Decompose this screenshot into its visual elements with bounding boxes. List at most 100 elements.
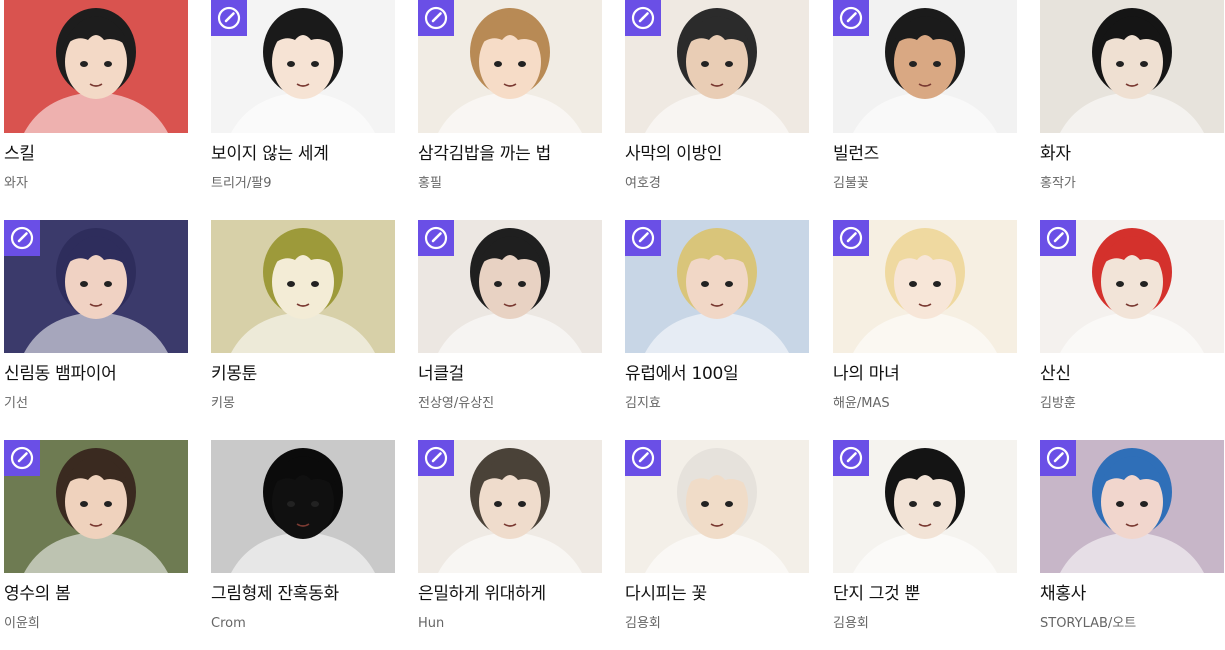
webtoon-title[interactable]: 채홍사 xyxy=(1040,582,1224,606)
thumbnail-illustration xyxy=(1040,0,1224,133)
webtoon-author: 김용회 xyxy=(625,616,661,631)
webtoon-thumbnail[interactable] xyxy=(418,0,602,133)
waiting-free-badge xyxy=(418,220,454,256)
waiting-free-badge xyxy=(418,440,454,476)
waiting-free-badge xyxy=(625,0,661,36)
waiting-free-badge xyxy=(4,220,40,256)
waiting-free-badge xyxy=(833,220,869,256)
webtoon-thumbnail[interactable] xyxy=(211,440,395,573)
webtoon-title[interactable]: 나의 마녀 xyxy=(833,362,1017,386)
webtoon-title[interactable]: 단지 그것 뿐 xyxy=(833,582,1017,606)
webtoon-card[interactable]: 삼각김밥을 까는 법홍필 xyxy=(418,0,602,210)
webtoon-card[interactable]: 스킬 와자 xyxy=(4,0,188,210)
webtoon-thumbnail[interactable] xyxy=(418,220,602,353)
webtoon-author: 전상영/유상진 xyxy=(418,396,495,411)
thumbnail-illustration xyxy=(4,0,188,133)
clock-icon xyxy=(839,226,863,250)
waiting-free-badge xyxy=(1040,220,1076,256)
webtoon-thumbnail[interactable] xyxy=(4,440,188,573)
webtoon-title[interactable]: 산신 xyxy=(1040,362,1224,386)
waiting-free-badge xyxy=(418,0,454,36)
webtoon-author: 이윤희 xyxy=(4,616,40,631)
webtoon-title[interactable]: 스킬 xyxy=(4,142,188,166)
webtoon-card[interactable]: 산신김방훈 xyxy=(1040,220,1224,430)
webtoon-card[interactable]: 다시피는 꽃김용회 xyxy=(625,440,809,650)
webtoon-author: 김용회 xyxy=(833,616,869,631)
webtoon-author: 기선 xyxy=(4,396,28,411)
waiting-free-badge xyxy=(4,440,40,476)
webtoon-title[interactable]: 키몽툰 xyxy=(211,362,395,386)
webtoon-card[interactable]: 화자홍작가 xyxy=(1040,0,1224,210)
clock-icon xyxy=(839,446,863,470)
webtoon-author: Crom xyxy=(211,616,246,631)
clock-icon xyxy=(1046,226,1070,250)
webtoon-card[interactable]: 은밀하게 위대하게 Hun xyxy=(418,440,602,650)
waiting-free-badge xyxy=(625,220,661,256)
clock-icon xyxy=(631,226,655,250)
clock-icon xyxy=(424,446,448,470)
webtoon-thumbnail[interactable] xyxy=(4,0,188,133)
webtoon-thumbnail[interactable] xyxy=(833,220,1017,353)
webtoon-author: Hun xyxy=(418,616,445,631)
webtoon-title[interactable]: 은밀하게 위대하게 xyxy=(418,582,602,606)
webtoon-card[interactable]: 사막의 이방인여호경 xyxy=(625,0,809,210)
webtoon-thumbnail[interactable] xyxy=(1040,220,1224,353)
webtoon-thumbnail[interactable] xyxy=(833,0,1017,133)
webtoon-card[interactable]: 신림동 뱀파이어기선 xyxy=(4,220,188,430)
thumbnail-illustration xyxy=(211,220,395,353)
webtoon-author: 김지효 xyxy=(625,396,661,411)
waiting-free-badge xyxy=(211,0,247,36)
webtoon-card[interactable]: 채홍사 STORYLAB/오트 xyxy=(1040,440,1224,650)
webtoon-title[interactable]: 사막의 이방인 xyxy=(625,142,809,166)
webtoon-thumbnail[interactable] xyxy=(418,440,602,573)
webtoon-title[interactable]: 삼각김밥을 까는 법 xyxy=(418,142,602,166)
clock-icon xyxy=(217,6,241,30)
waiting-free-badge xyxy=(833,0,869,36)
webtoon-title[interactable]: 보이지 않는 세계 xyxy=(211,142,395,166)
thumbnail-illustration xyxy=(211,440,395,573)
webtoon-thumbnail[interactable] xyxy=(1040,440,1224,573)
webtoon-card[interactable]: 빌런즈김불꽃 xyxy=(833,0,1017,210)
webtoon-thumbnail[interactable] xyxy=(625,220,809,353)
webtoon-author: 트리거/팔9 xyxy=(211,176,272,191)
waiting-free-badge xyxy=(625,440,661,476)
clock-icon xyxy=(424,226,448,250)
webtoon-title[interactable]: 유럽에서 100일 xyxy=(625,362,809,386)
webtoon-card[interactable]: 영수의 봄이윤희 xyxy=(4,440,188,650)
webtoon-card[interactable]: 그림형제 잔혹동화 Crom xyxy=(211,440,395,650)
webtoon-author: 여호경 xyxy=(625,176,661,191)
waiting-free-badge xyxy=(833,440,869,476)
webtoon-title[interactable]: 화자 xyxy=(1040,142,1224,166)
webtoon-card[interactable]: 너클걸전상영/유상진 xyxy=(418,220,602,430)
webtoon-card[interactable]: 키몽툰키몽 xyxy=(211,220,395,430)
webtoon-card[interactable]: 나의 마녀해윤/MAS xyxy=(833,220,1017,430)
webtoon-thumbnail[interactable] xyxy=(833,440,1017,573)
webtoon-author: 홍작가 xyxy=(1040,176,1076,191)
webtoon-title[interactable]: 신림동 뱀파이어 xyxy=(4,362,188,386)
webtoon-card[interactable]: 보이지 않는 세계트리거/팔9 xyxy=(211,0,395,210)
webtoon-title[interactable]: 너클걸 xyxy=(418,362,602,386)
webtoon-thumbnail[interactable] xyxy=(1040,0,1224,133)
webtoon-author: STORYLAB/오트 xyxy=(1040,616,1137,631)
webtoon-thumbnail[interactable] xyxy=(625,440,809,573)
webtoon-author: 김방훈 xyxy=(1040,396,1076,411)
webtoon-thumbnail[interactable] xyxy=(211,0,395,133)
webtoon-thumbnail[interactable] xyxy=(211,220,395,353)
webtoon-author: 해윤/MAS xyxy=(833,396,890,411)
webtoon-author: 키몽 xyxy=(211,396,235,411)
webtoon-thumbnail[interactable] xyxy=(625,0,809,133)
webtoon-author: 홍필 xyxy=(418,176,442,191)
webtoon-author: 김불꽃 xyxy=(833,176,869,191)
webtoon-title[interactable]: 영수의 봄 xyxy=(4,582,188,606)
clock-icon xyxy=(839,6,863,30)
webtoon-thumbnail[interactable] xyxy=(4,220,188,353)
webtoon-title[interactable]: 다시피는 꽃 xyxy=(625,582,809,606)
clock-icon xyxy=(631,6,655,30)
webtoon-title[interactable]: 빌런즈 xyxy=(833,142,1017,166)
waiting-free-badge xyxy=(1040,440,1076,476)
clock-icon xyxy=(1046,446,1070,470)
webtoon-card[interactable]: 단지 그것 뿐김용회 xyxy=(833,440,1017,650)
webtoon-title[interactable]: 그림형제 잔혹동화 xyxy=(211,582,395,606)
clock-icon xyxy=(10,226,34,250)
webtoon-card[interactable]: 유럽에서 100일김지효 xyxy=(625,220,809,430)
